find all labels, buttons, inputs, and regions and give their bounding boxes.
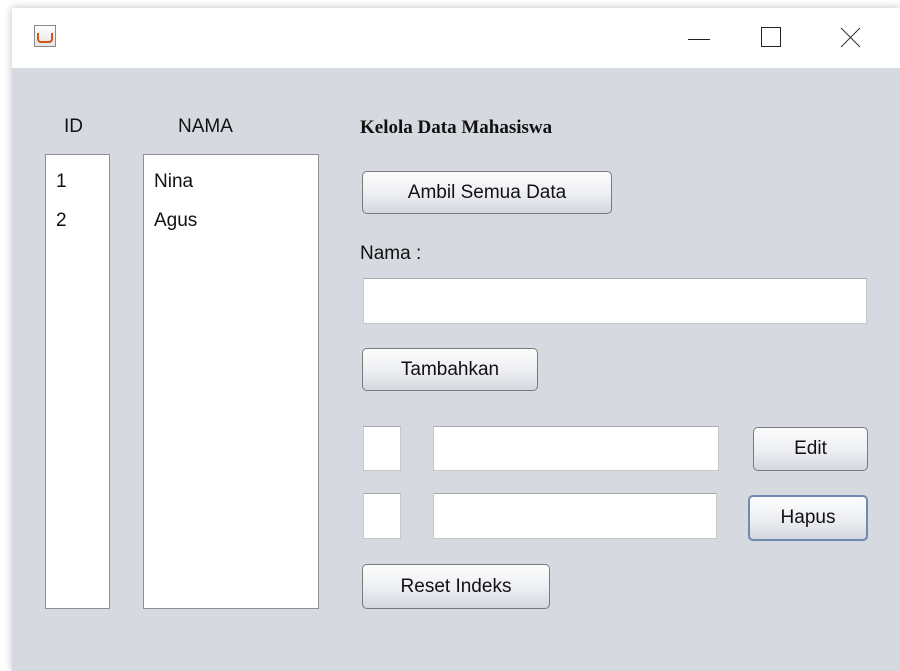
list-item[interactable]: Agus [154,210,197,232]
list-item[interactable]: 2 [56,210,67,232]
nama-input[interactable] [363,278,867,324]
list-item[interactable]: 1 [56,171,67,193]
close-icon[interactable] [816,8,882,68]
edit-id-field[interactable] [363,426,401,471]
hapus-button[interactable]: Hapus [748,495,868,541]
edit-nama-field[interactable] [433,426,719,471]
nama-list[interactable]: Nina Agus [143,154,319,609]
id-column-header: ID [64,116,83,137]
reset-indeks-button[interactable]: Reset Indeks [362,564,550,609]
id-list[interactable]: 1 2 [45,154,110,609]
minimize-icon[interactable] [666,8,732,68]
title-bar [12,8,900,68]
list-item[interactable]: Nina [154,171,193,193]
java-cup-icon[interactable] [34,25,56,47]
nama-column-header: NAMA [178,116,233,137]
maximize-icon[interactable] [742,8,808,68]
tambahkan-button[interactable]: Tambahkan [362,348,538,391]
edit-button[interactable]: Edit [753,427,868,471]
hapus-nama-field[interactable] [433,493,717,539]
hapus-id-field[interactable] [363,493,401,539]
ambil-semua-data-button[interactable]: Ambil Semua Data [362,171,612,214]
page-title: Kelola Data Mahasiswa [360,117,553,138]
nama-label: Nama : [360,243,422,264]
app-window: ID NAMA 1 2 Nina Agus Kelola Data Mahasi… [12,8,900,671]
